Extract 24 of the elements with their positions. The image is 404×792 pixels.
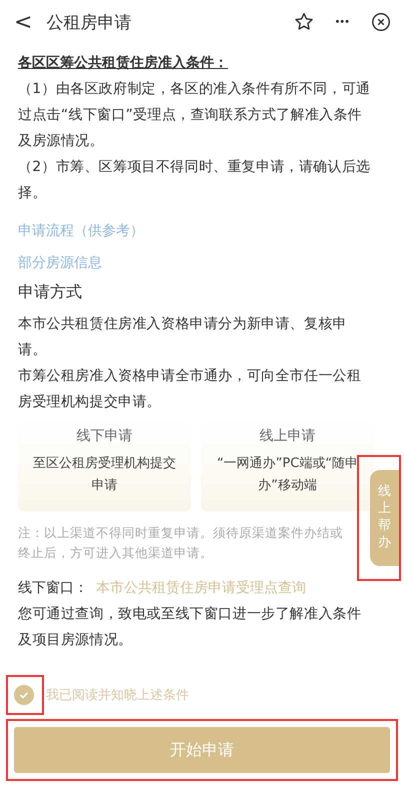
start-button[interactable]: 开始申请 bbox=[14, 727, 390, 773]
section-heading: 各区区筹公共租赁住房准入条件： bbox=[18, 54, 228, 72]
paragraph: （2）市筹、区筹项目不得同时、重复申请，请确认后选择。 bbox=[18, 158, 372, 203]
window-link[interactable]: 本市公共租赁住房申请受理点查询 bbox=[96, 579, 306, 597]
back-button[interactable]: < bbox=[14, 10, 32, 34]
section-heading: 申请方式 bbox=[18, 282, 82, 303]
paragraph: 您可通过查询，致电或至线下窗口进一步了解准入条件及项目房源情况。 bbox=[18, 605, 362, 650]
paragraph: （1）由各区政府制定，各区的准入条件有所不同，可通过点击“线下窗口”受理点，查询联系方式了解准入条件及房源情况。 bbox=[18, 80, 372, 151]
more-button[interactable]: ••• bbox=[329, 16, 356, 28]
link[interactable]: 部分房源信息 bbox=[18, 250, 102, 276]
card-text: “一网通办”PC端或“随申办”移动端 bbox=[216, 455, 360, 495]
note-text: 注：以上渠道不得同时重复申请。须待原渠道案件办结或终止后，方可进入其他渠道申请。 bbox=[18, 524, 344, 562]
checkbox[interactable] bbox=[14, 685, 34, 705]
card-title: 线下申请 bbox=[76, 427, 132, 445]
window-label: 线下窗口： bbox=[18, 579, 88, 598]
card-text: 至区公租房受理机构提交申请 bbox=[32, 455, 177, 495]
paragraph: 本市公共租赁住房准入资格申请分为新申请、复核申请。 bbox=[18, 315, 348, 360]
agreement-label: 我已阅读并知晓上述条件 bbox=[46, 687, 189, 704]
help-button[interactable]: 线上帮办 bbox=[370, 470, 399, 566]
link[interactable]: 申请流程（供参考） bbox=[18, 218, 144, 244]
close-icon[interactable] bbox=[370, 11, 392, 33]
page-title: 公租房申请 bbox=[46, 12, 132, 34]
card-title: 线上申请 bbox=[260, 427, 316, 445]
paragraph: 市筹公租房准入资格申请全市通办，可向全市任一公租房受理机构提交申请。 bbox=[18, 367, 362, 412]
